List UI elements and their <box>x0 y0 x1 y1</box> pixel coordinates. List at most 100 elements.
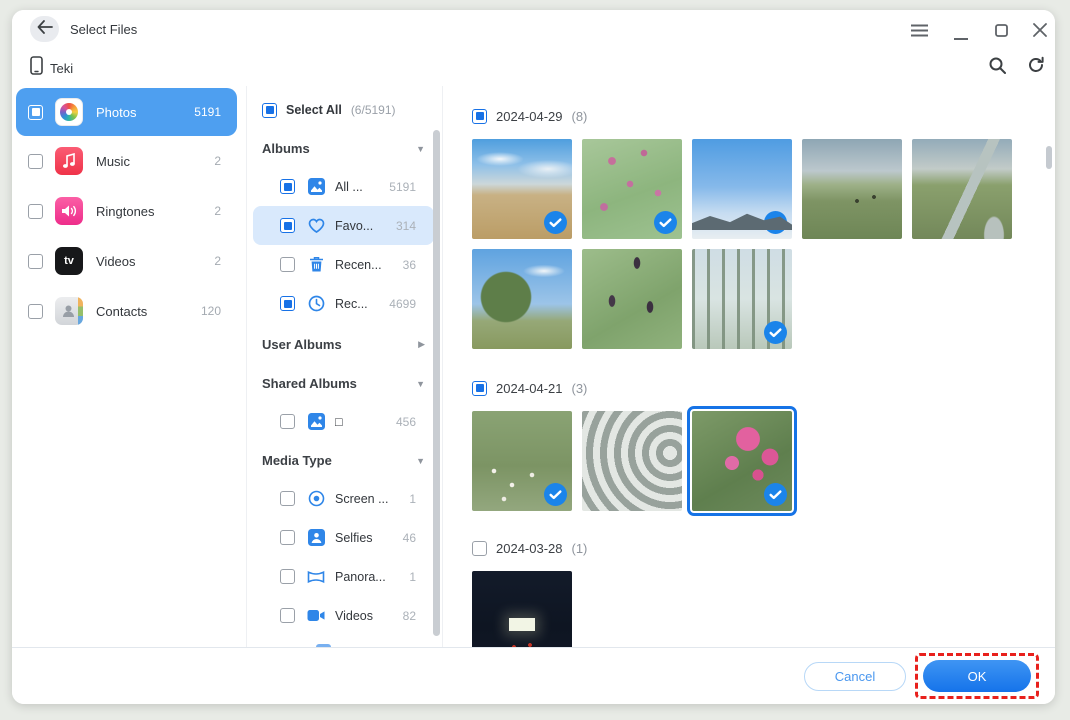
album-row-recents[interactable]: Rec... 4699 <box>253 284 434 323</box>
cancel-button[interactable]: Cancel <box>804 662 906 691</box>
photos-checkbox[interactable] <box>28 105 43 120</box>
sidebar-item-count: 2 <box>214 204 221 218</box>
album-checkbox[interactable] <box>280 218 295 233</box>
sidebar-item-photos[interactable]: Photos 5191 <box>16 88 237 136</box>
video-camera-icon <box>307 607 325 625</box>
close-icon[interactable] <box>1030 21 1050 39</box>
media-row-panoramas[interactable]: Panora... 1 <box>253 557 434 596</box>
media-checkbox[interactable] <box>280 530 295 545</box>
back-button[interactable] <box>30 16 59 42</box>
sidebar-item-ringtones[interactable]: Ringtones 2 <box>16 186 237 236</box>
section-header-user-albums[interactable]: User Albums ▶ <box>262 336 425 353</box>
album-row-favorites[interactable]: Favo... 314 <box>253 206 434 245</box>
photo-thumbnail[interactable] <box>802 139 902 239</box>
media-checkbox[interactable] <box>280 569 295 584</box>
photos-app-icon <box>55 98 83 126</box>
album-checkbox[interactable] <box>280 257 295 272</box>
category-sidebar: Photos 5191 Music 2 Ringtones 2 tv Video… <box>12 86 247 647</box>
sidebar-item-count: 5191 <box>194 105 221 119</box>
sidebar-item-count: 120 <box>201 304 221 318</box>
photo-thumbnail[interactable] <box>582 249 682 349</box>
date-checkbox[interactable] <box>472 541 487 556</box>
back-arrow-icon <box>37 20 53 39</box>
footer-bar: Cancel OK <box>12 647 1055 704</box>
select-all-row[interactable]: Select All (6/5191) <box>262 102 442 118</box>
photo-gallery: 2024-04-29 (8) 2024-04-21 (3) <box>443 86 1055 647</box>
sidebar-item-videos[interactable]: tv Videos 2 <box>16 236 237 286</box>
album-row-all-photos[interactable]: All ... 5191 <box>253 167 434 206</box>
chevron-right-icon: ▶ <box>418 339 425 350</box>
media-checkbox[interactable] <box>280 491 295 506</box>
album-count: 456 <box>396 415 416 429</box>
album-checkbox[interactable] <box>280 296 295 311</box>
photo-thumbnail[interactable] <box>472 411 572 511</box>
videos-checkbox[interactable] <box>28 254 43 269</box>
trash-icon <box>307 256 325 274</box>
gallery-scrollbar[interactable] <box>1046 146 1052 169</box>
ringtones-app-icon <box>55 197 83 225</box>
selected-check-icon <box>544 211 567 234</box>
ok-button[interactable]: OK <box>923 660 1031 692</box>
date-label: 2024-04-21 <box>496 381 563 396</box>
album-label: Rec... <box>335 297 389 311</box>
menu-icon[interactable] <box>909 21 929 39</box>
sidebar-item-count: 2 <box>214 254 221 268</box>
date-checkbox[interactable] <box>472 109 487 124</box>
album-count: 314 <box>396 219 416 233</box>
minimize-icon[interactable] <box>951 25 971 43</box>
photo-thumbnail[interactable] <box>582 411 682 511</box>
selected-check-icon <box>654 211 677 234</box>
all-photos-icon <box>307 178 325 196</box>
albums-scrollbar[interactable] <box>433 130 440 636</box>
media-row-screen-recordings[interactable]: Screen ... 1 <box>253 479 434 518</box>
album-checkbox[interactable] <box>280 179 295 194</box>
refresh-icon[interactable] <box>1026 56 1046 74</box>
photo-thumbnail[interactable] <box>472 249 572 349</box>
section-header-shared-albums[interactable]: Shared Albums ▼ <box>262 375 425 392</box>
photo-grid <box>472 139 1022 349</box>
sidebar-item-label: Ringtones <box>96 204 214 219</box>
photo-thumbnail[interactable] <box>692 249 792 349</box>
recents-clock-icon <box>307 295 325 313</box>
section-header-albums[interactable]: Albums ▼ <box>262 140 425 157</box>
select-all-checkbox[interactable] <box>262 103 277 118</box>
album-row-recently-deleted[interactable]: Recen... 36 <box>253 245 434 284</box>
date-checkbox[interactable] <box>472 381 487 396</box>
photo-thumbnail-focused[interactable] <box>692 411 792 511</box>
maximize-icon[interactable] <box>991 21 1011 39</box>
shared-album-row[interactable]: □ 456 <box>253 402 434 441</box>
album-checkbox[interactable] <box>280 414 295 429</box>
photo-grid <box>472 411 1022 511</box>
contacts-app-icon <box>55 297 83 325</box>
photo-thumbnail[interactable] <box>692 139 792 239</box>
media-checkbox[interactable] <box>280 608 295 623</box>
photo-thumbnail[interactable] <box>582 139 682 239</box>
photo-grid <box>472 571 1022 647</box>
date-group-header: 2024-04-29 (8) <box>472 108 1055 124</box>
page-title: Select Files <box>70 22 137 37</box>
photo-thumbnail[interactable] <box>472 571 572 647</box>
sidebar-item-label: Videos <box>96 254 214 269</box>
sidebar-item-label: Contacts <box>96 304 201 319</box>
section-header-media-type[interactable]: Media Type ▼ <box>262 452 425 469</box>
search-icon[interactable] <box>987 56 1007 74</box>
sidebar-item-music[interactable]: Music 2 <box>16 136 237 186</box>
album-label: Favo... <box>335 219 396 233</box>
photo-thumbnail[interactable] <box>472 139 572 239</box>
selected-check-icon <box>764 321 787 344</box>
selected-check-icon <box>764 483 787 506</box>
screen-recordings-icon <box>307 490 325 508</box>
sidebar-item-label: Music <box>96 154 214 169</box>
section-title: User Albums <box>262 337 418 352</box>
music-app-icon <box>55 147 83 175</box>
music-checkbox[interactable] <box>28 154 43 169</box>
sidebar-item-count: 2 <box>214 154 221 168</box>
sidebar-item-contacts[interactable]: Contacts 120 <box>16 286 237 336</box>
media-row-videos[interactable]: Videos 82 <box>253 596 434 635</box>
photo-thumbnail[interactable] <box>912 139 1012 239</box>
contacts-checkbox[interactable] <box>28 304 43 319</box>
media-row-selfies[interactable]: Selfies 46 <box>253 518 434 557</box>
ringtones-checkbox[interactable] <box>28 204 43 219</box>
panoramas-icon <box>307 568 325 586</box>
album-count: 36 <box>403 258 416 272</box>
